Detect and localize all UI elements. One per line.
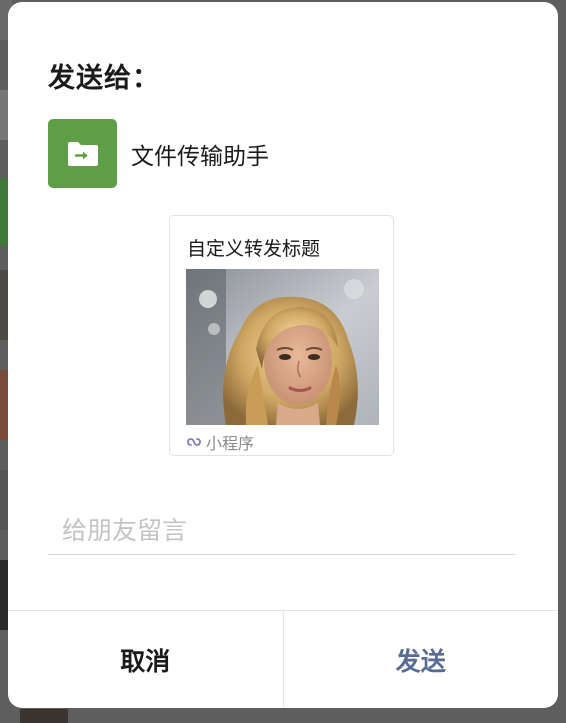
recipient-name: 文件传输助手 bbox=[131, 143, 269, 170]
dialog-title: 发送给： bbox=[48, 63, 160, 94]
folder-arrow-icon bbox=[67, 141, 98, 166]
portrait-photo bbox=[186, 269, 379, 425]
recipient-avatar bbox=[48, 119, 117, 188]
background-fragment bbox=[20, 709, 68, 723]
cancel-button[interactable]: 取消 bbox=[8, 611, 284, 708]
mini-program-card[interactable]: 自定义转发标题 小程序 bbox=[169, 215, 394, 456]
mini-program-link-icon bbox=[187, 438, 201, 446]
recipient-row[interactable]: 文件传输助手 bbox=[48, 119, 269, 188]
card-title: 自定义转发标题 bbox=[187, 238, 321, 260]
card-footer-label: 小程序 bbox=[206, 434, 255, 453]
send-button[interactable]: 发送 bbox=[284, 611, 559, 708]
share-dialog: 发送给： 文件传输助手 自定义转发标题 小程序 给朋友留言 取消 发送 bbox=[8, 2, 558, 708]
dialog-actions: 取消 发送 bbox=[8, 610, 558, 708]
card-footer: 小程序 bbox=[186, 430, 254, 454]
card-image bbox=[186, 269, 379, 425]
message-input[interactable] bbox=[48, 507, 516, 555]
